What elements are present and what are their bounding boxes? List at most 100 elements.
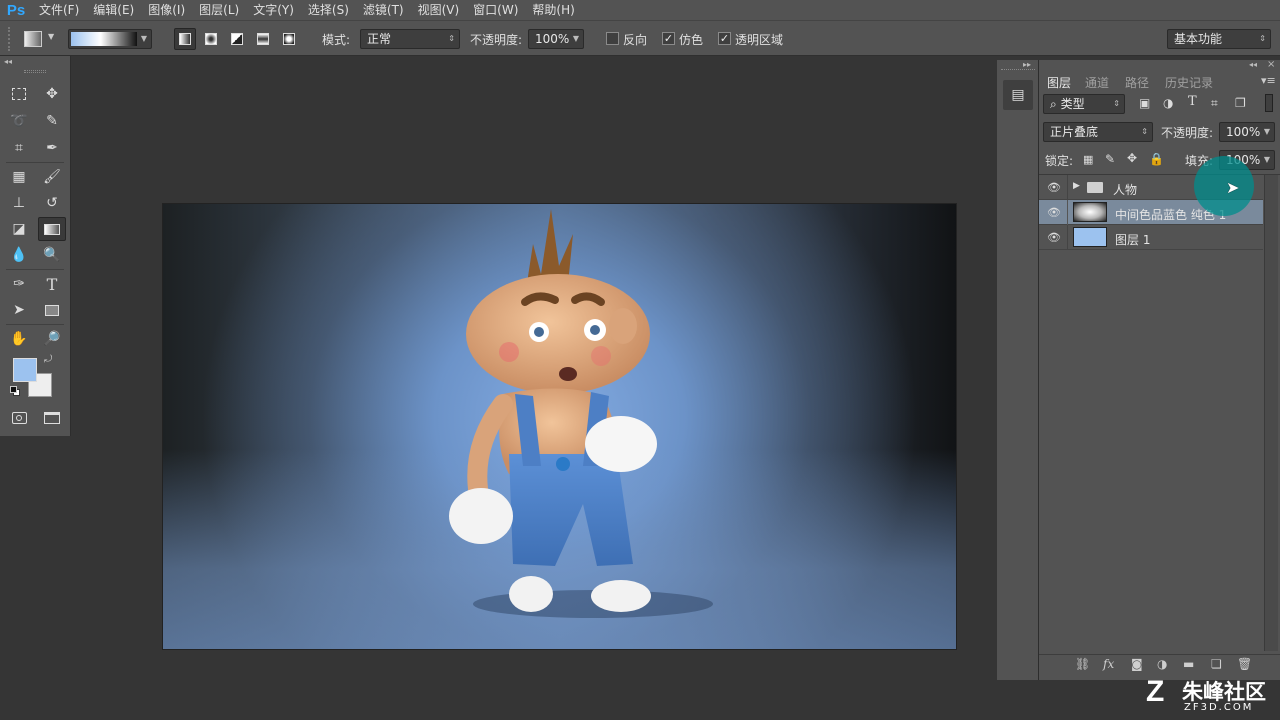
gradient-tool[interactable]: [38, 217, 66, 241]
menu-image[interactable]: 图像(I): [141, 0, 192, 20]
foreground-color-swatch[interactable]: [13, 358, 37, 382]
watermark-logo-icon: Z: [1146, 675, 1165, 708]
type-tool[interactable]: T: [38, 272, 66, 296]
filter-smart-object-icon[interactable]: ❐: [1235, 96, 1246, 110]
lasso-tool[interactable]: ➰: [5, 109, 33, 133]
zoom-tool[interactable]: 🔎: [38, 327, 66, 351]
eraser-tool[interactable]: ◪: [5, 217, 33, 241]
quick-selection-tool[interactable]: ✎: [38, 109, 66, 133]
add-mask-icon[interactable]: ◙: [1131, 657, 1143, 671]
tool-preset-picker[interactable]: ▼: [22, 29, 60, 49]
diamond-gradient-button[interactable]: [278, 28, 300, 50]
rectangle-tool[interactable]: [38, 298, 66, 322]
magnifier-icon: 🔎: [43, 331, 61, 347]
expand-arrows-icon[interactable]: ▸▸: [1023, 60, 1031, 69]
opacity-field[interactable]: 100% ▼: [528, 29, 584, 49]
close-panel-icon[interactable]: ×: [1267, 59, 1275, 70]
reverse-checkbox[interactable]: [606, 32, 619, 45]
toolbar-separator: [6, 324, 64, 325]
path-selection-tool[interactable]: ➤: [5, 298, 33, 322]
menu-window[interactable]: 窗口(W): [466, 0, 525, 20]
layer-name: 图层 1: [1115, 233, 1151, 247]
tab-paths[interactable]: 路径: [1125, 74, 1149, 91]
border-divider: [1067, 225, 1068, 250]
eyedropper-tool[interactable]: ✒: [38, 136, 66, 160]
filter-adjustment-icon[interactable]: ◑: [1163, 96, 1173, 110]
menu-view[interactable]: 视图(V): [411, 0, 467, 20]
workspace-select[interactable]: 基本功能 ⇕: [1167, 29, 1271, 49]
radial-gradient-button[interactable]: [200, 28, 222, 50]
collapse-arrows-icon[interactable]: ◂◂: [1249, 60, 1257, 69]
tab-layers[interactable]: 图层: [1047, 74, 1071, 91]
collapse-arrows-icon[interactable]: ◂◂: [4, 57, 12, 66]
marquee-tool[interactable]: [5, 82, 33, 106]
brush-tool[interactable]: 🖌: [38, 165, 66, 189]
move-tool[interactable]: ✥: [38, 82, 66, 106]
eye-icon[interactable]: 👁: [1047, 181, 1061, 194]
new-layer-icon[interactable]: ❏: [1211, 657, 1222, 671]
dodge-tool[interactable]: 🔍: [38, 243, 66, 267]
watermark: Z 朱峰社区 ZF3D.COM: [1146, 676, 1276, 716]
layer-row[interactable]: 👁 图层 1: [1039, 225, 1263, 250]
lock-image-icon[interactable]: ✎: [1105, 152, 1115, 166]
expand-triangle-icon[interactable]: ▶: [1073, 181, 1080, 191]
adjustment-layer-icon[interactable]: ◑: [1157, 657, 1167, 671]
cursor-highlight: [1194, 156, 1254, 216]
swap-colors-icon[interactable]: ⤾: [44, 354, 52, 365]
panel-dock-strip: ▸▸ ▤: [997, 60, 1039, 680]
filter-pixel-icon[interactable]: ▣: [1139, 96, 1150, 110]
menu-filter[interactable]: 滤镜(T): [356, 0, 411, 20]
panel-menu-icon[interactable]: ▾≡: [1261, 74, 1276, 87]
menu-type[interactable]: 文字(Y): [246, 0, 301, 20]
hand-tool[interactable]: ✋: [5, 327, 33, 351]
gradient-swatch: [71, 32, 137, 46]
mode-select[interactable]: 正常 ⇕: [360, 29, 460, 49]
layer-filter-select[interactable]: ⌕ 类型 ⇕: [1043, 94, 1125, 114]
lock-all-icon[interactable]: 🔒: [1149, 152, 1164, 166]
pen-tool[interactable]: ✑: [5, 272, 33, 296]
healing-brush-tool[interactable]: ▦: [5, 165, 33, 189]
layer-opacity-field[interactable]: 100% ▼: [1219, 122, 1275, 142]
menu-file[interactable]: 文件(F): [32, 0, 86, 20]
dither-checkbox[interactable]: ✓: [662, 32, 675, 45]
lock-transparent-icon[interactable]: ▦: [1083, 153, 1093, 166]
filter-type-icon[interactable]: T: [1188, 94, 1197, 109]
menu-help[interactable]: 帮助(H): [525, 0, 581, 20]
menu-layer[interactable]: 图层(L): [192, 0, 246, 20]
filter-toggle-switch[interactable]: [1265, 94, 1273, 112]
angle-gradient-button[interactable]: [226, 28, 248, 50]
link-layers-icon[interactable]: ⛓: [1075, 657, 1090, 671]
blend-mode-select[interactable]: 正片叠底 ⇕: [1043, 122, 1153, 142]
layer-opacity-label: 不透明度:: [1161, 126, 1214, 140]
default-colors-icon[interactable]: [10, 386, 20, 396]
menu-edit[interactable]: 编辑(E): [86, 0, 141, 20]
tab-channels[interactable]: 通道: [1085, 74, 1109, 91]
quick-mask-button[interactable]: [5, 406, 33, 430]
arm-left: [467, 394, 513, 499]
blur-tool[interactable]: 💧: [5, 243, 33, 267]
layer-thumbnail: [1073, 202, 1107, 222]
layers-scrollbar[interactable]: [1264, 175, 1278, 651]
filter-shape-icon[interactable]: ⌗: [1211, 96, 1218, 111]
new-group-icon[interactable]: ▬: [1183, 657, 1194, 671]
linear-gradient-button[interactable]: [174, 28, 196, 50]
transparency-checkbox[interactable]: ✓: [718, 32, 731, 45]
eye-icon[interactable]: 👁: [1047, 231, 1061, 244]
history-brush-tool[interactable]: ↺: [38, 191, 66, 215]
fx-icon[interactable]: fx: [1103, 657, 1114, 671]
trash-icon[interactable]: 🗑: [1237, 657, 1252, 671]
screen-mode-button[interactable]: [38, 406, 66, 430]
chevron-down-icon: ▼: [48, 32, 55, 41]
quick-mask-dot: [16, 415, 22, 421]
lock-position-icon[interactable]: ✥: [1127, 151, 1137, 165]
eraser-icon: ◪: [12, 221, 26, 237]
gradient-picker[interactable]: ▼: [68, 29, 152, 49]
properties-panel-button[interactable]: ▤: [1003, 80, 1033, 110]
menu-select[interactable]: 选择(S): [301, 0, 356, 20]
eye-icon[interactable]: 👁: [1047, 206, 1061, 219]
tab-history[interactable]: 历史记录: [1165, 74, 1213, 91]
reflected-gradient-button[interactable]: [252, 28, 274, 50]
crop-tool[interactable]: ⌗: [5, 136, 33, 160]
document-canvas[interactable]: [162, 203, 957, 650]
clone-stamp-tool[interactable]: ⊥: [5, 191, 33, 215]
